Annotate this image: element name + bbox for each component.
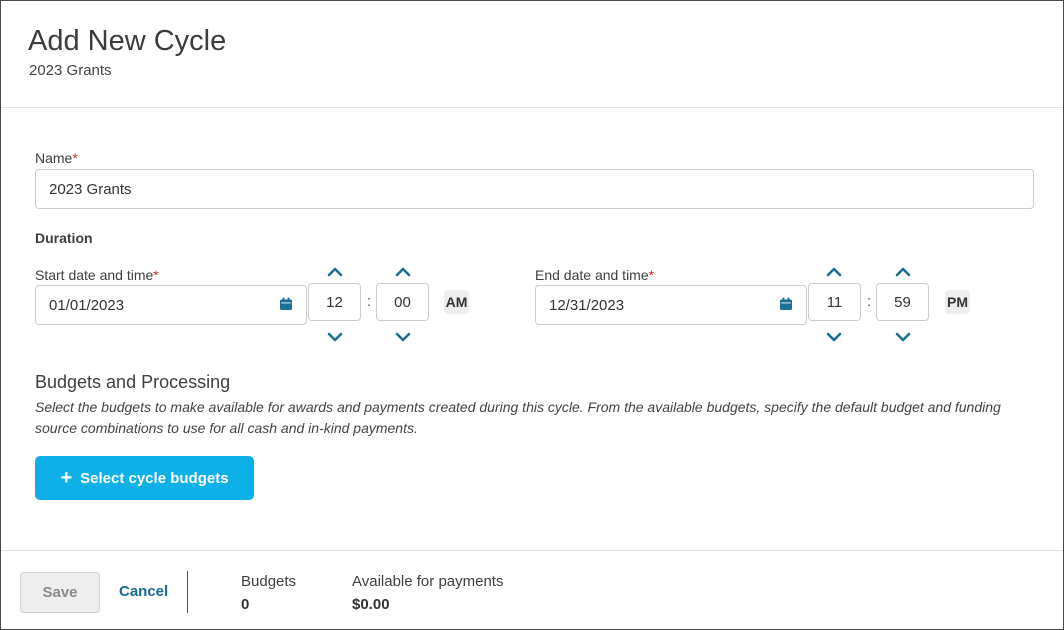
end-minute-input[interactable]: 59 xyxy=(876,283,929,321)
page-title: Add New Cycle xyxy=(28,25,227,57)
cancel-link[interactable]: Cancel xyxy=(119,583,168,600)
name-label-text: Name xyxy=(35,150,73,166)
time-separator: : xyxy=(367,293,372,310)
time-separator: : xyxy=(867,293,872,310)
start-date-value: 01/01/2023 xyxy=(49,296,125,314)
budgets-count-value: 0 xyxy=(241,596,250,613)
start-date-label: Start date and time* xyxy=(35,267,159,283)
footer-bar: Save Cancel Budgets 0 Available for paym… xyxy=(1,550,1063,629)
duration-label: Duration xyxy=(35,230,93,246)
end-date-value: 12/31/2023 xyxy=(549,296,625,314)
start-minute-down-chevron-icon[interactable] xyxy=(394,330,412,344)
page-header: Add New Cycle 2023 Grants xyxy=(1,1,1063,108)
end-date-label: End date and time* xyxy=(535,267,654,283)
start-hour-down-chevron-icon[interactable] xyxy=(326,330,344,344)
calendar-icon[interactable] xyxy=(779,297,793,311)
budgets-section-description: Select the budgets to make available for… xyxy=(35,399,1001,436)
available-payments-label: Available for payments xyxy=(352,573,504,590)
end-minute-down-chevron-icon[interactable] xyxy=(894,330,912,344)
select-cycle-budgets-label: Select cycle budgets xyxy=(80,469,229,487)
end-hour-value: 11 xyxy=(826,293,843,311)
start-date-label-text: Start date and time xyxy=(35,267,154,283)
start-minute-up-chevron-icon[interactable] xyxy=(394,265,412,279)
footer-divider xyxy=(187,571,188,613)
page-subtitle: 2023 Grants xyxy=(29,62,112,79)
name-input[interactable]: 2023 Grants xyxy=(35,169,1034,209)
end-hour-input[interactable]: 11 xyxy=(808,283,861,321)
start-date-input[interactable]: 01/01/2023 xyxy=(35,285,307,325)
end-hour-down-chevron-icon[interactable] xyxy=(825,330,843,344)
start-minute-value: 00 xyxy=(394,293,411,311)
start-minute-input[interactable]: 00 xyxy=(376,283,429,321)
end-hour-up-chevron-icon[interactable] xyxy=(825,265,843,279)
required-marker: * xyxy=(153,267,159,283)
plus-icon: + xyxy=(60,467,73,489)
start-hour-input[interactable]: 12 xyxy=(308,283,361,321)
budgets-section-title: Budgets and Processing xyxy=(35,372,231,392)
required-marker: * xyxy=(648,267,655,283)
name-input-value: 2023 Grants xyxy=(49,180,132,198)
required-marker: * xyxy=(72,150,78,166)
end-meridiem-toggle[interactable]: PM xyxy=(945,290,970,314)
end-date-label-text: End date and time xyxy=(535,267,649,283)
end-minute-value: 59 xyxy=(894,293,911,311)
budgets-count-label: Budgets xyxy=(241,573,297,590)
start-meridiem-toggle[interactable]: AM xyxy=(444,290,469,314)
available-payments-value: $0.00 xyxy=(352,596,390,613)
start-hour-value: 12 xyxy=(326,293,343,311)
end-minute-up-chevron-icon[interactable] xyxy=(894,265,912,279)
end-date-input[interactable]: 12/31/2023 xyxy=(535,285,807,325)
save-button[interactable]: Save xyxy=(20,572,100,613)
dialog-frame: Add New Cycle 2023 Grants Name* 2023 Gra… xyxy=(0,0,1064,630)
start-hour-up-chevron-icon[interactable] xyxy=(326,265,344,279)
select-cycle-budgets-button[interactable]: + Select cycle budgets xyxy=(35,456,254,500)
name-label: Name* xyxy=(35,150,78,166)
calendar-icon[interactable] xyxy=(279,297,293,311)
